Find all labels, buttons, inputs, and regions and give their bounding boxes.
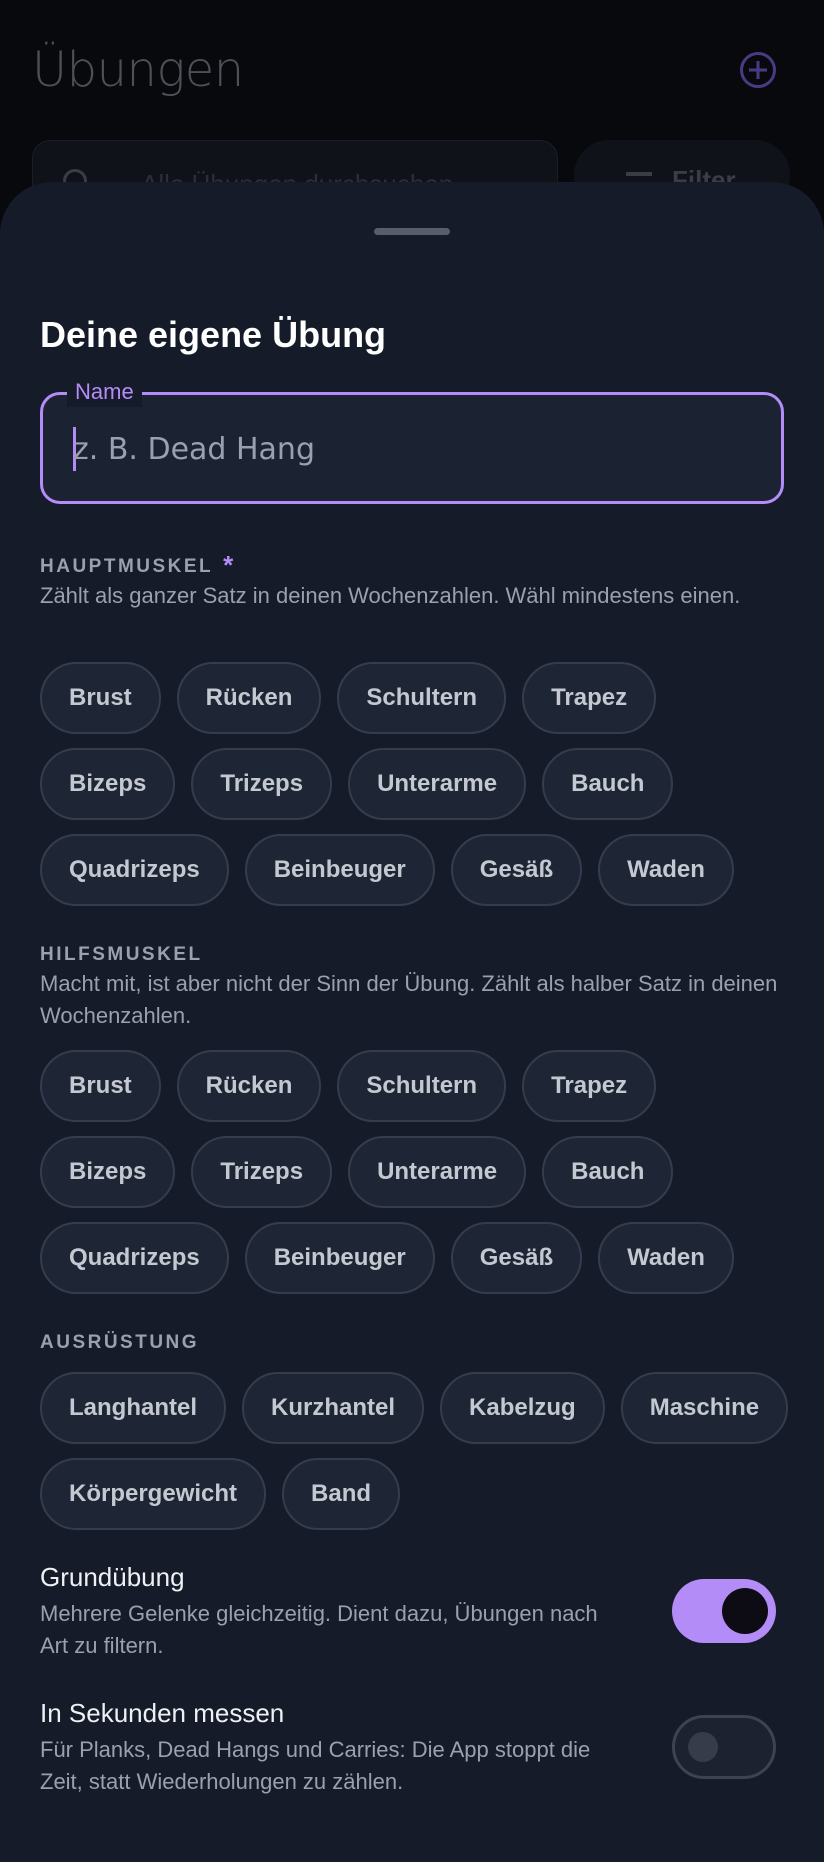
secondary-muscle-label: HILFSMUSKEL bbox=[40, 944, 203, 965]
primary-muscle-chip[interactable]: Brust bbox=[40, 662, 161, 734]
secondary-muscle-chip[interactable]: Waden bbox=[598, 1222, 734, 1294]
sheet-title: Deine eigene Übung bbox=[40, 314, 387, 355]
sheet-drag-handle[interactable] bbox=[374, 228, 450, 235]
compound-toggle[interactable] bbox=[672, 1579, 776, 1643]
primary-muscle-chip[interactable]: Rücken bbox=[176, 662, 322, 734]
timed-description: Für Planks, Dead Hangs und Carries: Die … bbox=[40, 1737, 591, 1794]
primary-muscle-chip[interactable]: Trizeps bbox=[191, 748, 333, 820]
secondary-muscle-chip[interactable]: Beinbeuger bbox=[244, 1222, 435, 1294]
secondary-muscle-chip[interactable]: Trizeps bbox=[191, 1136, 333, 1208]
primary-muscle-chip[interactable]: Schultern bbox=[337, 662, 507, 734]
secondary-muscle-chip[interactable]: Schultern bbox=[337, 1050, 507, 1122]
equipment-chip[interactable]: Kurzhantel bbox=[242, 1372, 425, 1444]
name-field-label: Name bbox=[67, 377, 142, 407]
required-mark: * bbox=[223, 550, 234, 580]
primary-muscle-chip[interactable]: Waden bbox=[598, 834, 734, 906]
secondary-muscle-chip[interactable]: Trapez bbox=[522, 1050, 657, 1122]
primary-muscle-label: HAUPTMUSKEL * bbox=[40, 550, 234, 580]
compound-description: Mehrere Gelenke gleichzeitig. Dient dazu… bbox=[40, 1601, 598, 1658]
background-page: Übungen Alle Übungen durchsuchen Filter bbox=[0, 0, 824, 210]
secondary-muscle-chip[interactable]: Rücken bbox=[176, 1050, 322, 1122]
timed-title: In Sekunden messen bbox=[40, 1698, 285, 1728]
equipment-label: AUSRÜSTUNG bbox=[40, 1332, 200, 1353]
custom-exercise-sheet: Deine eigene Übung Name HAUPTMUSKEL* Zäh… bbox=[0, 182, 824, 1862]
primary-muscle-description: Zählt als ganzer Satz in deinen Wochenza… bbox=[40, 583, 741, 608]
equipment-chip[interactable]: Band bbox=[282, 1458, 401, 1530]
secondary-muscle-chip[interactable]: Unterarme bbox=[348, 1136, 527, 1208]
equipment-chip[interactable]: Kabelzug bbox=[440, 1372, 605, 1444]
compound-title: Grundübung bbox=[40, 1562, 185, 1592]
timed-toggle[interactable] bbox=[672, 1715, 776, 1779]
equipment-chip[interactable]: Maschine bbox=[620, 1372, 789, 1444]
secondary-muscle-description: Macht mit, ist aber nicht der Sinn der Ü… bbox=[40, 971, 778, 1028]
equipment-chips: Langhantel Kurzhantel Kabelzug Maschine Körp… bbox=[40, 1372, 800, 1530]
toggle-knob bbox=[722, 1588, 768, 1634]
page-title: Übungen bbox=[32, 42, 244, 98]
secondary-muscle-chip[interactable]: Bauch bbox=[542, 1136, 674, 1208]
secondary-muscle-chip[interactable]: Brust bbox=[40, 1050, 161, 1122]
primary-muscle-chip[interactable]: Quadrizeps bbox=[40, 834, 229, 906]
primary-muscle-chip[interactable]: Beinbeuger bbox=[244, 834, 435, 906]
primary-muscle-chip[interactable]: Unterarme bbox=[348, 748, 527, 820]
name-input[interactable] bbox=[73, 419, 753, 479]
equipment-chip[interactable]: Körpergewicht bbox=[40, 1458, 267, 1530]
primary-muscle-chip[interactable]: Trapez bbox=[522, 662, 657, 734]
primary-muscle-chip[interactable]: Gesäß bbox=[450, 834, 583, 906]
equipment-chip[interactable]: Langhantel bbox=[40, 1372, 227, 1444]
primary-muscle-chips: Brust Rücken Schultern Trapez Bizeps Trizeps U… bbox=[40, 662, 800, 906]
toggle-knob bbox=[688, 1732, 718, 1762]
secondary-muscle-chip[interactable]: Bizeps bbox=[40, 1136, 176, 1208]
primary-muscle-chip[interactable]: Bizeps bbox=[40, 748, 176, 820]
filter-icon bbox=[626, 172, 652, 176]
secondary-muscle-chips: Brust Rücken Schultern Trapez Bizeps Trizeps U… bbox=[40, 1050, 800, 1294]
secondary-muscle-chip[interactable]: Quadrizeps bbox=[40, 1222, 229, 1294]
name-field[interactable]: Name bbox=[40, 377, 784, 504]
primary-muscle-chip[interactable]: Bauch bbox=[542, 748, 674, 820]
secondary-muscle-chip[interactable]: Gesäß bbox=[450, 1222, 583, 1294]
add-icon[interactable] bbox=[740, 52, 776, 88]
